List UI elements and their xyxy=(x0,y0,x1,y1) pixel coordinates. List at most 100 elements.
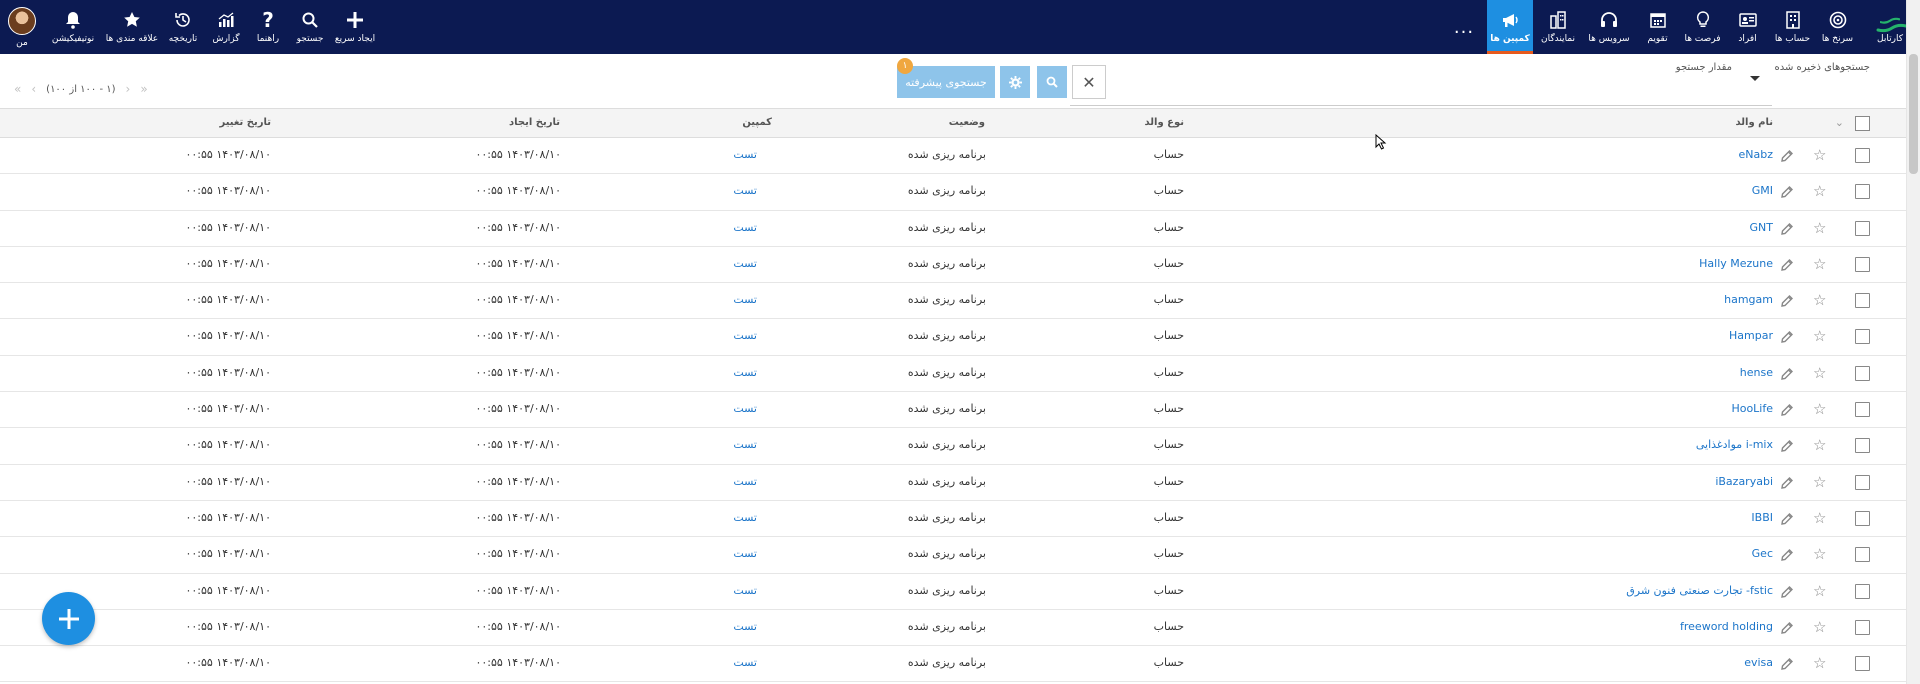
table-row[interactable]: ☆ GMI حساب برنامه ریزی شده تست ۱۴۰۳/۰۸/۱۰ ۰۰:… xyxy=(0,174,1906,211)
nav-item-history[interactable]: تاریخچه xyxy=(162,0,204,54)
nav-item-leads[interactable]: سرنخ ها xyxy=(1815,0,1860,54)
nav-item-notifications[interactable]: نوتیفیکیشن xyxy=(44,0,102,54)
row-checkbox[interactable] xyxy=(1855,365,1870,381)
pencil-icon[interactable] xyxy=(1780,258,1794,272)
nav-item-accounts[interactable]: حساب ها xyxy=(1770,0,1815,54)
campaign-link[interactable]: تست xyxy=(733,293,757,306)
chevron-down-icon[interactable]: ⌄ xyxy=(1835,116,1844,129)
pencil-icon[interactable] xyxy=(1780,403,1794,417)
parent-name-link[interactable]: eNabz xyxy=(1739,148,1774,161)
pencil-icon[interactable] xyxy=(1780,330,1794,344)
row-checkbox[interactable] xyxy=(1855,329,1870,345)
pencil-icon[interactable] xyxy=(1780,149,1794,163)
nav-item-agents[interactable]: نمایندگان xyxy=(1533,0,1583,54)
nav-item-reports[interactable]: گزارش xyxy=(204,0,248,54)
star-icon[interactable]: ☆ xyxy=(1813,510,1829,526)
table-row[interactable]: ☆ IBBI حساب برنامه ریزی شده تست ۱۴۰۳/۰۸/۱۰ ۰۰… xyxy=(0,501,1906,538)
clear-search-button[interactable]: ✕ xyxy=(1072,65,1106,99)
row-checkbox[interactable] xyxy=(1855,619,1870,635)
campaign-link[interactable]: تست xyxy=(733,402,757,415)
header-parent-type[interactable]: نوع والد xyxy=(1144,117,1184,128)
campaign-link[interactable]: تست xyxy=(733,620,757,633)
pencil-icon[interactable] xyxy=(1780,222,1794,236)
parent-name-link[interactable]: freeword holding xyxy=(1680,620,1773,633)
campaign-link[interactable]: تست xyxy=(733,656,757,669)
row-checkbox[interactable] xyxy=(1855,474,1870,490)
parent-name-link[interactable]: Gec xyxy=(1752,547,1773,560)
nav-item-contacts[interactable]: افراد xyxy=(1725,0,1770,54)
more-menu-button[interactable]: ... xyxy=(1441,0,1487,54)
saved-searches-caret-icon[interactable] xyxy=(1750,76,1760,81)
table-row[interactable]: ☆ iBazaryabi حساب برنامه ریزی شده تست ۱۴۰۳/۰۸… xyxy=(0,465,1906,501)
star-icon[interactable]: ☆ xyxy=(1813,474,1829,490)
star-icon[interactable]: ☆ xyxy=(1813,220,1829,236)
parent-name-link[interactable]: Hampar xyxy=(1729,329,1773,342)
table-row[interactable]: ☆ HooLife حساب برنامه ریزی شده تست ۱۴۰۳/۰۸/۱۰… xyxy=(0,392,1906,429)
scrollbar-thumb[interactable] xyxy=(1909,54,1918,174)
campaign-link[interactable]: تست xyxy=(733,584,757,597)
campaign-link[interactable]: تست xyxy=(733,148,757,161)
pencil-icon[interactable] xyxy=(1780,476,1794,490)
pencil-icon[interactable] xyxy=(1780,657,1794,671)
saved-searches-label[interactable]: جستجوهای ذخیره شده xyxy=(1774,62,1870,73)
parent-name-link[interactable]: hense xyxy=(1740,366,1773,379)
parent-name-link[interactable]: fstic- تجارت صنعتی فنون شرق xyxy=(1626,584,1773,597)
campaign-link[interactable]: تست xyxy=(733,547,757,560)
pencil-icon[interactable] xyxy=(1780,185,1794,199)
star-icon[interactable]: ☆ xyxy=(1813,183,1829,199)
advanced-search-button[interactable]: جستجوی پیشرفته xyxy=(897,66,995,98)
campaign-link[interactable]: تست xyxy=(733,257,757,270)
star-icon[interactable]: ☆ xyxy=(1813,147,1829,163)
star-icon[interactable]: ☆ xyxy=(1813,292,1829,308)
search-button[interactable] xyxy=(1037,66,1067,98)
parent-name-link[interactable]: Hally Mezune xyxy=(1699,257,1773,270)
row-checkbox[interactable] xyxy=(1855,293,1870,309)
nav-item-quick-create[interactable]: ایجاد سریع xyxy=(332,0,378,54)
row-checkbox[interactable] xyxy=(1855,547,1870,563)
star-icon[interactable]: ☆ xyxy=(1813,655,1829,671)
row-checkbox[interactable] xyxy=(1855,402,1870,418)
table-row[interactable]: ☆ Hampar حساب برنامه ریزی شده تست ۱۴۰۳/۰۸/۱۰ … xyxy=(0,319,1906,356)
campaign-link[interactable]: تست xyxy=(733,511,757,524)
campaign-link[interactable]: تست xyxy=(733,184,757,197)
row-checkbox[interactable] xyxy=(1855,583,1870,599)
nav-item-opportunities[interactable]: فرصت ها xyxy=(1680,0,1725,54)
prev-page-icon[interactable]: ‹ xyxy=(31,82,36,96)
row-checkbox[interactable] xyxy=(1855,148,1870,163)
parent-name-link[interactable]: i-mix مواد‌غذایی xyxy=(1696,438,1773,451)
nav-item-favorites[interactable]: علاقه مندی ها xyxy=(102,0,162,54)
pencil-icon[interactable] xyxy=(1780,367,1794,381)
row-checkbox[interactable] xyxy=(1855,510,1870,526)
table-row[interactable]: ☆ eNabz حساب برنامه ریزی شده تست ۱۴۰۳/۰۸/۱۰ ۰… xyxy=(0,138,1906,175)
campaign-link[interactable]: تست xyxy=(733,221,757,234)
search-settings-button[interactable] xyxy=(1000,66,1030,98)
parent-name-link[interactable]: IBBI xyxy=(1751,511,1773,524)
parent-name-link[interactable]: iBazaryabi xyxy=(1715,475,1773,488)
header-modified[interactable]: تاریخ تغییر xyxy=(220,117,272,128)
campaign-link[interactable]: تست xyxy=(733,329,757,342)
row-checkbox[interactable] xyxy=(1855,438,1870,454)
row-checkbox[interactable] xyxy=(1855,656,1870,672)
parent-name-link[interactable]: HooLife xyxy=(1731,402,1773,415)
table-row[interactable]: ☆ GNT حساب برنامه ریزی شده تست ۱۴۰۳/۰۸/۱۰ ۰۰:… xyxy=(0,211,1906,247)
row-checkbox[interactable] xyxy=(1855,184,1870,200)
nav-item-calendar[interactable]: تقویم xyxy=(1635,0,1680,54)
header-status[interactable]: وضعیت xyxy=(949,117,985,128)
star-icon[interactable]: ☆ xyxy=(1813,256,1829,272)
add-record-button[interactable] xyxy=(42,592,95,645)
pencil-icon[interactable] xyxy=(1780,585,1794,599)
page-scrollbar[interactable] xyxy=(1906,0,1920,684)
pencil-icon[interactable] xyxy=(1780,294,1794,308)
table-row[interactable]: ☆ Gec حساب برنامه ریزی شده تست ۱۴۰۳/۰۸/۱۰ ۰۰:… xyxy=(0,537,1906,574)
nav-item-services[interactable]: سرویس ها xyxy=(1583,0,1635,54)
star-icon[interactable]: ☆ xyxy=(1813,546,1829,562)
pencil-icon[interactable] xyxy=(1780,548,1794,562)
pencil-icon[interactable] xyxy=(1780,621,1794,635)
nav-item-search[interactable]: جستجو xyxy=(288,0,332,54)
table-row[interactable]: ☆ i-mix مواد‌غذایی حساب برنامه ریزی شده تست ۱… xyxy=(0,428,1906,465)
nav-item-campaigns[interactable]: کمپین ها xyxy=(1487,0,1533,54)
pencil-icon[interactable] xyxy=(1780,512,1794,526)
campaign-link[interactable]: تست xyxy=(733,366,757,379)
star-icon[interactable]: ☆ xyxy=(1813,401,1829,417)
row-checkbox[interactable] xyxy=(1855,220,1870,236)
